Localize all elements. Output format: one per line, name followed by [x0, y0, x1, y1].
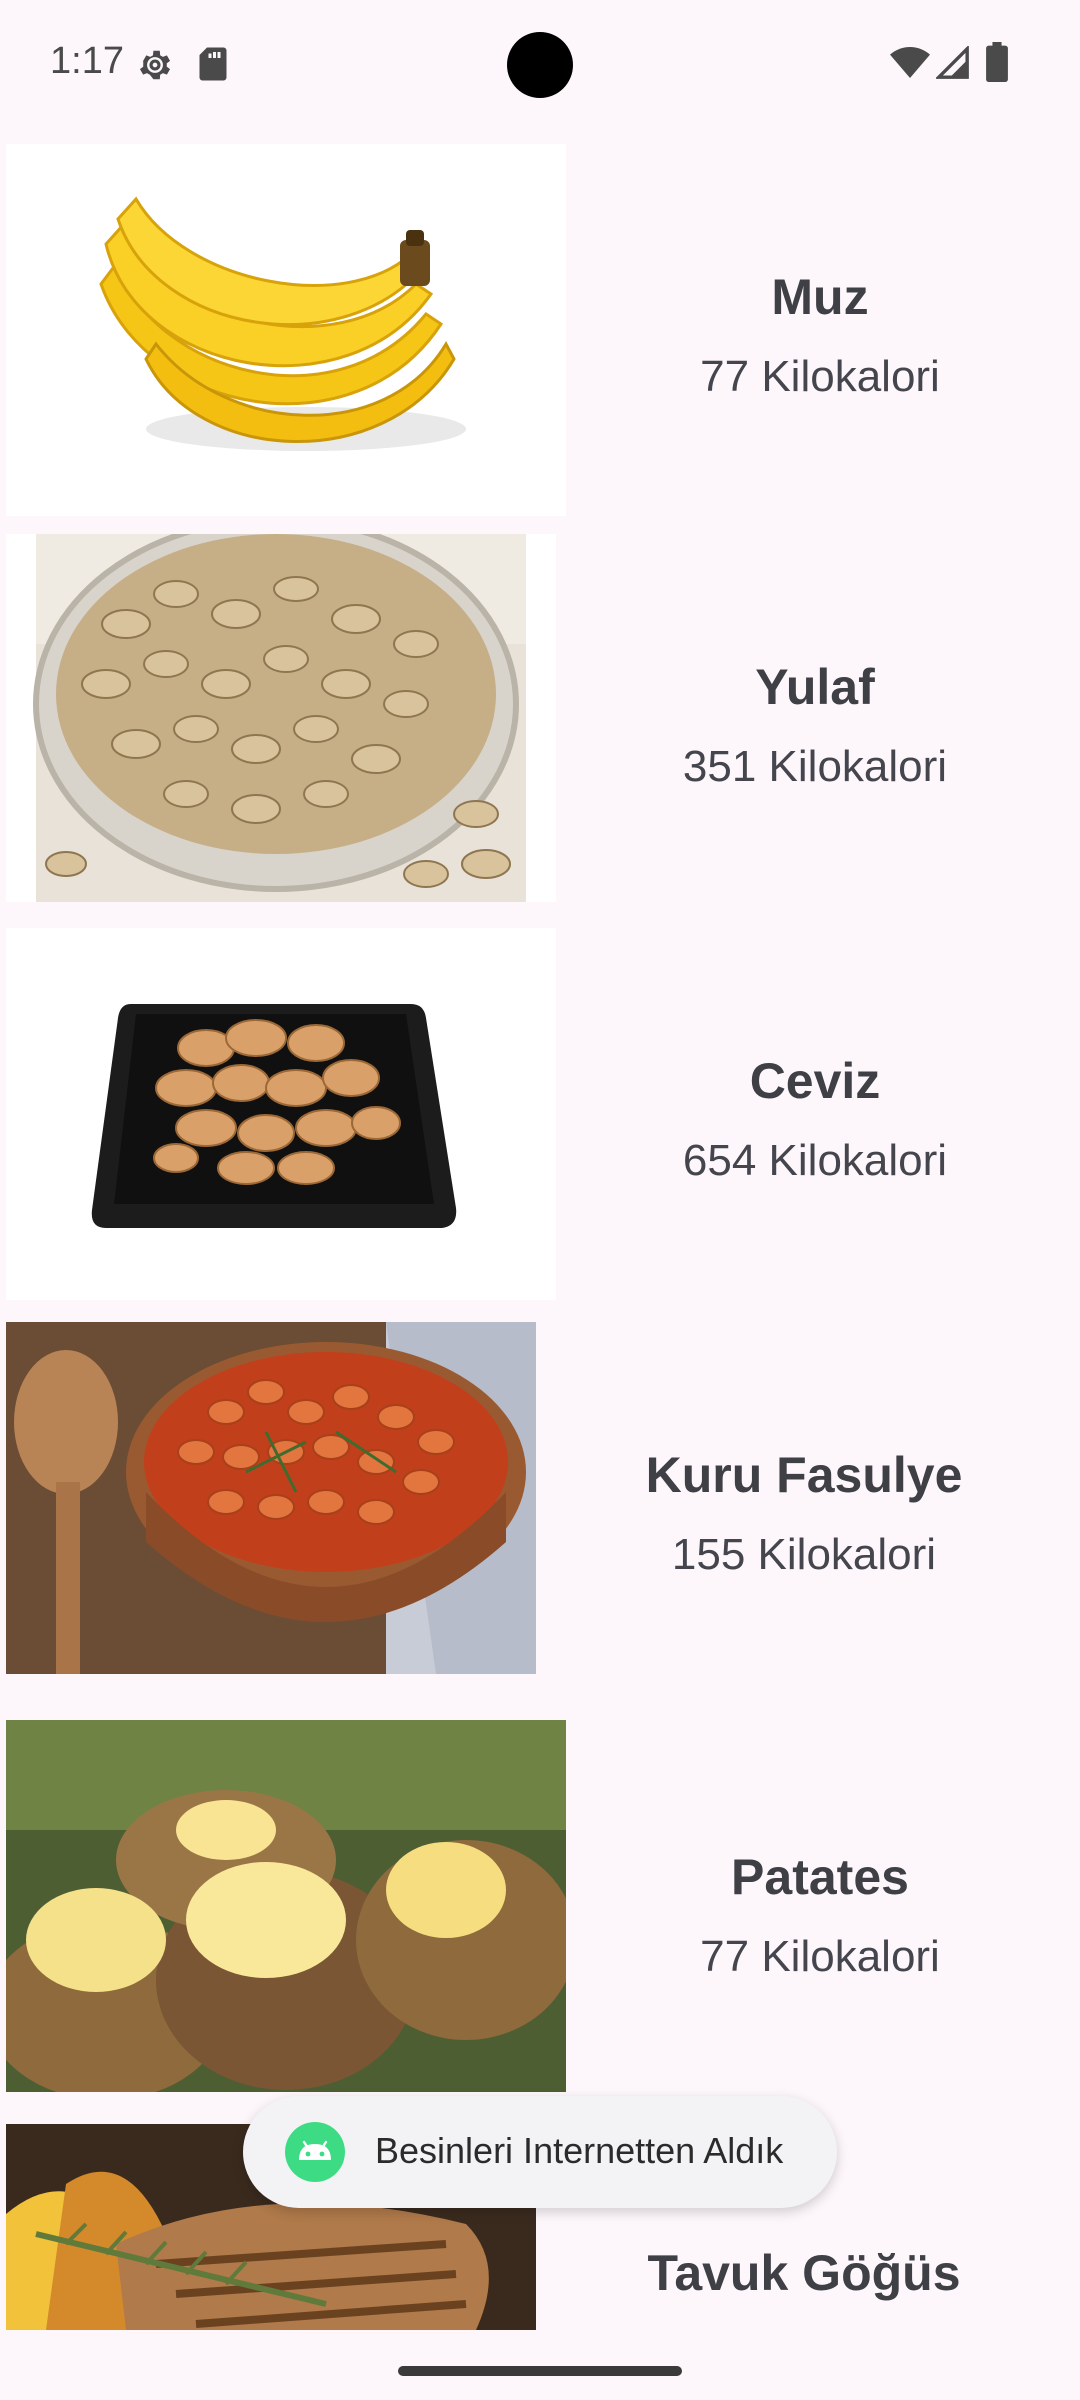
cell-signal-icon [936, 46, 969, 79]
status-time: 1:17 [50, 40, 124, 82]
toast: Besinleri Internetten Aldık [243, 2096, 837, 2208]
food-calories: 155 Kilokalori [671, 1530, 937, 1579]
food-text: Tavuk Göğüs [534, 2244, 1074, 2302]
food-name: Tavuk Göğüs [647, 2245, 961, 2301]
food-text: Ceviz 654 Kilokalori [556, 1052, 1074, 1186]
walnut-image [6, 928, 556, 1300]
toast-message: Besinleri Internetten Aldık [375, 2130, 784, 2171]
list-item[interactable]: Patates 77 Kilokalori [0, 1720, 1080, 2104]
oats-image [6, 534, 556, 902]
battery-icon [986, 42, 1008, 82]
list-item[interactable]: Muz 77 Kilokalori [0, 140, 1080, 524]
food-name: Muz [771, 269, 869, 325]
banana-image [6, 144, 566, 516]
status-bar: 1:17 [0, 0, 1080, 130]
food-name: Yulaf [755, 659, 875, 715]
food-calories: 351 Kilokalori [682, 742, 948, 791]
food-text: Muz 77 Kilokalori [564, 268, 1076, 402]
android-icon [285, 2122, 345, 2182]
food-calories: 654 Kilokalori [682, 1136, 948, 1185]
list-item[interactable]: Yulaf 351 Kilokalori [0, 534, 1080, 918]
food-calories: 77 Kilokalori [700, 352, 940, 401]
food-text: Kuru Fasulye 155 Kilokalori [534, 1446, 1074, 1580]
list-item[interactable]: Kuru Fasulye 155 Kilokalori [0, 1322, 1080, 1706]
food-text: Yulaf 351 Kilokalori [556, 658, 1074, 792]
camera-cutout [507, 32, 573, 98]
sd-card-icon [199, 47, 227, 81]
screen: 1:17 Muz 77 Kilokalori Yulaf 351 Kilokal… [0, 0, 1080, 2400]
food-name: Kuru Fasulye [645, 1447, 963, 1503]
list-item[interactable]: Ceviz 654 Kilokalori [0, 928, 1080, 1312]
baked-potato-image [6, 1720, 566, 2092]
wifi-icon [890, 47, 930, 78]
gesture-nav-handle[interactable] [398, 2366, 682, 2376]
food-text: Patates 77 Kilokalori [564, 1848, 1076, 1982]
gear-icon [139, 50, 171, 80]
food-name: Ceviz [749, 1053, 881, 1109]
food-calories: 77 Kilokalori [700, 1932, 940, 1981]
food-name: Patates [731, 1849, 909, 1905]
baked-beans-image [6, 1322, 536, 1674]
